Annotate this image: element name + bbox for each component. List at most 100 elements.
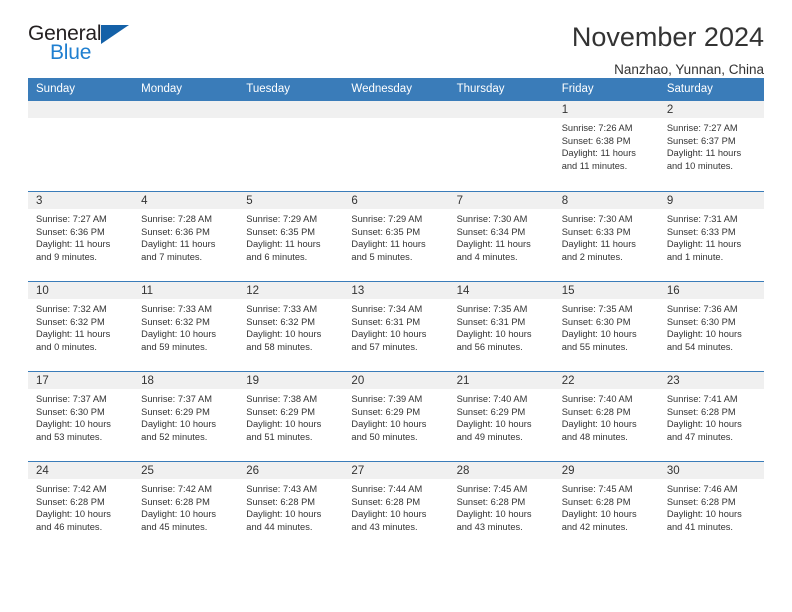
day-number: 14 <box>448 282 554 299</box>
calendar-day-cell[interactable]: 15 Sunrise: 7:35 AM Sunset: 6:30 PM Dayligh… <box>553 281 659 371</box>
day-detail: Sunrise: 7:42 AM Sunset: 6:28 PM Daylight:… <box>133 479 238 533</box>
calendar-day-cell[interactable]: 13 Sunrise: 7:34 AM Sunset: 6:31 PM Dayligh… <box>343 281 449 371</box>
day-number: 29 <box>553 462 659 479</box>
day-number: 17 <box>28 372 134 389</box>
calendar-day-cell[interactable]: 25 Sunrise: 7:42 AM Sunset: 6:28 PM Dayligh… <box>133 461 239 551</box>
calendar-day-cell[interactable]: 2 Sunrise: 7:27 AM Sunset: 6:37 PM Daylight… <box>658 101 764 191</box>
daylight-text-line1: Daylight: 10 hours <box>561 419 637 430</box>
sunrise-text: Sunrise: 7:26 AM <box>561 123 633 133</box>
calendar-day-cell[interactable]: 20 Sunrise: 7:39 AM Sunset: 6:29 PM Dayligh… <box>343 371 449 461</box>
day-number: 1 <box>553 101 659 118</box>
daylight-text-line2: and 54 minutes. <box>666 341 733 352</box>
calendar-day-cell[interactable]: 21 Sunrise: 7:40 AM Sunset: 6:29 PM Dayligh… <box>448 371 554 461</box>
sunset-text: Sunset: 6:32 PM <box>246 316 316 327</box>
calendar-day-cell[interactable]: 6 Sunrise: 7:29 AM Sunset: 6:35 PM Daylight… <box>343 191 449 281</box>
calendar-day-cell[interactable]: 16 Sunrise: 7:36 AM Sunset: 6:30 PM Dayligh… <box>658 281 764 371</box>
sunset-text: Sunset: 6:28 PM <box>141 496 210 507</box>
calendar-day-cell[interactable]: 7 Sunrise: 7:30 AM Sunset: 6:34 PM Daylight… <box>448 191 554 281</box>
sunrise-text: Sunrise: 7:34 AM <box>351 304 423 314</box>
sunset-text: Sunset: 6:29 PM <box>351 406 421 417</box>
calendar-day-cell[interactable]: 11 Sunrise: 7:33 AM Sunset: 6:32 PM Dayligh… <box>133 281 239 371</box>
day-cell-inner: 17 Sunrise: 7:37 AM Sunset: 6:30 PM Dayligh… <box>28 371 134 461</box>
calendar-day-cell[interactable]: 4 Sunrise: 7:28 AM Sunset: 6:36 PM Daylight… <box>133 191 239 281</box>
day-detail: Sunrise: 7:45 AM Sunset: 6:28 PM Daylight:… <box>554 479 659 533</box>
sunset-text: Sunset: 6:37 PM <box>666 135 736 146</box>
sunrise-text: Sunrise: 7:29 AM <box>246 214 318 224</box>
day-detail: Sunrise: 7:32 AM Sunset: 6:32 PM Daylight:… <box>28 299 133 353</box>
calendar-day-cell[interactable]: 24 Sunrise: 7:42 AM Sunset: 6:28 PM Dayligh… <box>28 461 134 551</box>
day-number <box>238 101 344 118</box>
sunrise-text: Sunrise: 7:30 AM <box>456 214 528 224</box>
day-detail: Sunrise: 7:30 AM Sunset: 6:34 PM Daylight:… <box>449 209 554 263</box>
sunset-text: Sunset: 6:32 PM <box>141 316 210 327</box>
calendar-day-cell[interactable]: 5 Sunrise: 7:29 AM Sunset: 6:35 PM Daylight… <box>238 191 344 281</box>
day-detail: Sunrise: 7:35 AM Sunset: 6:31 PM Daylight:… <box>449 299 554 353</box>
daylight-text-line1: Daylight: 11 hours <box>351 239 426 250</box>
day-detail: Sunrise: 7:41 AM Sunset: 6:28 PM Daylight:… <box>659 389 764 443</box>
daylight-text-line1: Daylight: 10 hours <box>351 329 427 340</box>
calendar-day-cell[interactable]: 22 Sunrise: 7:40 AM Sunset: 6:28 PM Dayligh… <box>553 371 659 461</box>
daylight-text-line2: and 50 minutes. <box>351 431 418 442</box>
day-number: 27 <box>343 462 449 479</box>
day-number: 25 <box>133 462 239 479</box>
day-number: 7 <box>448 192 554 209</box>
day-cell-inner: 26 Sunrise: 7:43 AM Sunset: 6:28 PM Dayligh… <box>238 461 344 551</box>
calendar-day-cell-empty <box>238 101 344 191</box>
day-cell-inner <box>238 101 344 191</box>
sunset-text: Sunset: 6:32 PM <box>36 316 105 327</box>
calendar-day-cell[interactable]: 1 Sunrise: 7:26 AM Sunset: 6:38 PM Daylight… <box>553 101 659 191</box>
sunrise-text: Sunrise: 7:35 AM <box>561 304 633 314</box>
generalblue-logo[interactable]: General Blue <box>28 22 144 68</box>
weekday-header-sunday: Sunday <box>28 78 134 101</box>
calendar-day-cell[interactable]: 10 Sunrise: 7:32 AM Sunset: 6:32 PM Dayligh… <box>28 281 134 371</box>
daylight-text-line1: Daylight: 10 hours <box>141 509 217 520</box>
calendar-day-cell[interactable]: 19 Sunrise: 7:38 AM Sunset: 6:29 PM Dayligh… <box>238 371 344 461</box>
weekday-header-tuesday: Tuesday <box>238 78 344 101</box>
calendar-day-cell[interactable]: 14 Sunrise: 7:35 AM Sunset: 6:31 PM Dayligh… <box>448 281 554 371</box>
weekday-header-thursday: Thursday <box>448 78 554 101</box>
sunrise-text: Sunrise: 7:35 AM <box>456 304 528 314</box>
day-number: 20 <box>343 372 449 389</box>
calendar-day-cell[interactable]: 28 Sunrise: 7:45 AM Sunset: 6:28 PM Dayligh… <box>448 461 554 551</box>
day-detail: Sunrise: 7:29 AM Sunset: 6:35 PM Daylight:… <box>343 209 448 263</box>
calendar-day-cell[interactable]: 29 Sunrise: 7:45 AM Sunset: 6:28 PM Dayligh… <box>553 461 659 551</box>
day-number: 6 <box>343 192 449 209</box>
day-cell-inner <box>28 101 134 191</box>
logo-text-blue: Blue <box>50 41 92 64</box>
calendar-day-cell[interactable]: 27 Sunrise: 7:44 AM Sunset: 6:28 PM Dayligh… <box>343 461 449 551</box>
calendar-day-cell[interactable]: 18 Sunrise: 7:37 AM Sunset: 6:29 PM Dayligh… <box>133 371 239 461</box>
day-number: 15 <box>553 282 659 299</box>
daylight-text-line2: and 55 minutes. <box>561 341 628 352</box>
calendar-day-cell[interactable]: 23 Sunrise: 7:41 AM Sunset: 6:28 PM Dayligh… <box>658 371 764 461</box>
sunrise-text: Sunrise: 7:37 AM <box>36 394 107 404</box>
calendar-day-cell[interactable]: 30 Sunrise: 7:46 AM Sunset: 6:28 PM Dayligh… <box>658 461 764 551</box>
daylight-text-line1: Daylight: 10 hours <box>456 509 532 520</box>
day-detail: Sunrise: 7:37 AM Sunset: 6:30 PM Daylight:… <box>28 389 133 443</box>
weekday-header-saturday: Saturday <box>658 78 764 101</box>
daylight-text-line2: and 4 minutes. <box>456 251 518 262</box>
calendar-day-cell[interactable]: 8 Sunrise: 7:30 AM Sunset: 6:33 PM Daylight… <box>553 191 659 281</box>
calendar-day-cell[interactable]: 26 Sunrise: 7:43 AM Sunset: 6:28 PM Dayligh… <box>238 461 344 551</box>
daylight-text-line2: and 2 minutes. <box>561 251 623 262</box>
day-cell-inner: 16 Sunrise: 7:36 AM Sunset: 6:30 PM Dayligh… <box>658 281 764 371</box>
day-cell-inner: 2 Sunrise: 7:27 AM Sunset: 6:37 PM Daylight… <box>658 101 764 191</box>
sunset-text: Sunset: 6:35 PM <box>351 226 421 237</box>
calendar-day-cell[interactable]: 9 Sunrise: 7:31 AM Sunset: 6:33 PM Daylight… <box>658 191 764 281</box>
day-number: 24 <box>28 462 134 479</box>
calendar-day-cell[interactable]: 12 Sunrise: 7:33 AM Sunset: 6:32 PM Dayligh… <box>238 281 344 371</box>
calendar-week-row: 3 Sunrise: 7:27 AM Sunset: 6:36 PM Daylight… <box>28 191 764 281</box>
calendar-day-cell[interactable]: 3 Sunrise: 7:27 AM Sunset: 6:36 PM Daylight… <box>28 191 134 281</box>
daylight-text-line1: Daylight: 10 hours <box>36 509 111 520</box>
daylight-text-line1: Daylight: 11 hours <box>246 239 321 250</box>
daylight-text-line1: Daylight: 10 hours <box>456 329 532 340</box>
sunrise-text: Sunrise: 7:44 AM <box>351 484 423 494</box>
calendar-page: General Blue November 2024 Nanzhao, Yunn… <box>0 0 792 612</box>
day-number: 12 <box>238 282 344 299</box>
calendar-week-row: 24 Sunrise: 7:42 AM Sunset: 6:28 PM Dayligh… <box>28 461 764 551</box>
sunset-text: Sunset: 6:38 PM <box>561 135 631 146</box>
day-detail: Sunrise: 7:29 AM Sunset: 6:35 PM Daylight:… <box>238 209 343 263</box>
calendar-day-cell[interactable]: 17 Sunrise: 7:37 AM Sunset: 6:30 PM Dayligh… <box>28 371 134 461</box>
day-cell-inner: 30 Sunrise: 7:46 AM Sunset: 6:28 PM Dayligh… <box>658 461 764 551</box>
daylight-text-line2: and 5 minutes. <box>351 251 413 262</box>
daylight-text-line2: and 56 minutes. <box>456 341 523 352</box>
